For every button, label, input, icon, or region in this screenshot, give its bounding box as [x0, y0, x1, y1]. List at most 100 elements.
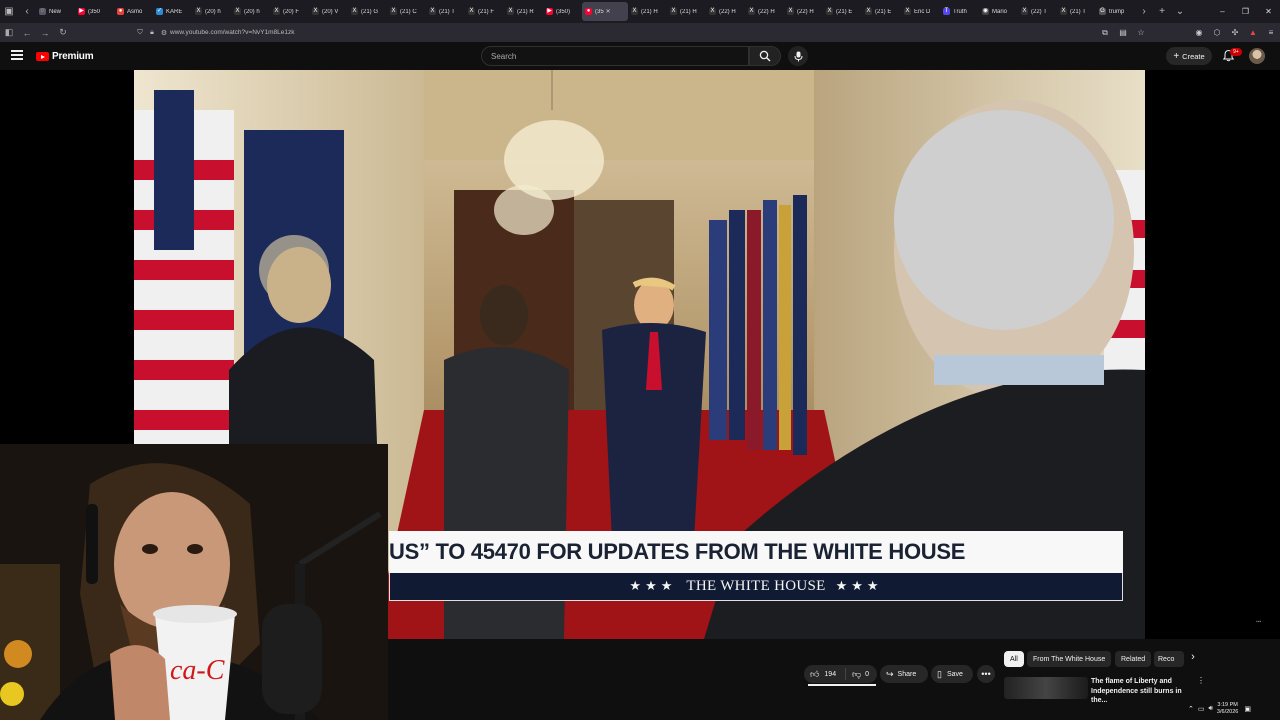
guide-menu-icon[interactable] [11, 50, 23, 62]
clock[interactable]: 3:19 PM 3/6/2026 [1217, 702, 1238, 716]
tab-favicon-icon: T [943, 8, 950, 15]
tab-scroll-right-icon[interactable]: › [1135, 0, 1153, 23]
stars-right: ★★★ [835, 579, 883, 594]
restore-icon[interactable]: ❐ [1234, 7, 1257, 16]
notification-center-icon[interactable]: ▣ [1244, 705, 1251, 713]
tab-favicon-icon: X [1021, 8, 1028, 15]
extensions-icon[interactable]: ✣ [1226, 28, 1244, 37]
tray-expand-icon[interactable]: ⌃ [1188, 705, 1194, 713]
reload-icon[interactable]: ↻ [54, 27, 72, 38]
app-menu-icon[interactable]: ≡ [1262, 28, 1280, 37]
streamer-webcam-overlay: ca-C [0, 444, 388, 720]
browser-tab[interactable]: X (21) T [1057, 2, 1096, 21]
sidebar-toggle-icon[interactable]: ▣ [0, 0, 18, 23]
banner-headline: US” TO 45470 FOR UPDATES FROM THE WHITE … [389, 531, 1123, 573]
recommended-video-thumbnail[interactable] [1004, 677, 1088, 699]
chips-next-icon[interactable]: › [1186, 651, 1200, 667]
more-actions-button[interactable]: ••• [977, 665, 995, 683]
browser-tab[interactable]: X (22) H [784, 2, 823, 21]
browser-tab[interactable]: ● (35 ✕ [582, 2, 628, 21]
tab-scroll-left-icon[interactable]: ‹ [18, 0, 36, 23]
tab-title: Asmo [127, 8, 143, 15]
window-controls: – ❐ ✕ [1211, 0, 1280, 23]
create-button[interactable]: + Create [1166, 47, 1212, 65]
browser-tab[interactable]: ✓ KARE [153, 2, 192, 21]
search-button[interactable] [749, 46, 781, 66]
avatar[interactable] [1249, 48, 1265, 64]
minimize-icon[interactable]: – [1211, 7, 1234, 16]
share-button[interactable]: ↪ Share [880, 665, 928, 683]
browser-tab[interactable]: X (22) H [745, 2, 784, 21]
tab-favicon-icon: X [904, 8, 911, 15]
browser-tab[interactable]: X (20) h [192, 2, 231, 21]
dislike-button[interactable]: 👎︎ 0 [846, 669, 869, 680]
clock-time: 3:19 PM [1217, 702, 1238, 708]
microphone-icon [794, 51, 802, 61]
navigation-toolbar: ◧ ← → ↻ ⛉ 🔒︎ ⚙ www.youtube.com/watch?v=N… [0, 23, 1280, 42]
browser-tab[interactable]: X (21) C [387, 2, 426, 21]
browser-tab[interactable]: X Eric D [901, 2, 940, 21]
tab-title: (21) T [1070, 8, 1086, 15]
lock-icon[interactable]: 🔒︎ [146, 29, 158, 37]
search-input[interactable]: Search [481, 46, 749, 66]
browser-tab[interactable]: X (20) h [231, 2, 270, 21]
browser-tab[interactable]: ◉ Mario [979, 2, 1018, 21]
browser-tab[interactable]: X (21) E [862, 2, 901, 21]
chip-from-channel[interactable]: From The White House [1027, 651, 1112, 667]
like-button[interactable]: 👍︎ 194 [804, 668, 846, 680]
lower-third-banner: US” TO 45470 FOR UPDATES FROM THE WHITE … [389, 531, 1123, 601]
tab-favicon-icon: ◌ [39, 8, 46, 15]
voice-search-button[interactable] [788, 46, 808, 66]
browser-tab[interactable]: X (21) H [628, 2, 667, 21]
browser-tab[interactable]: X (21) E [823, 2, 862, 21]
tab-title: (21) H [680, 8, 697, 15]
browser-tab[interactable]: ▶ (350 [75, 2, 114, 21]
browser-tab[interactable]: X (20) V [309, 2, 348, 21]
browser-tab[interactable]: X (22) H [706, 2, 745, 21]
like-count: 194 [824, 670, 837, 678]
browser-tab[interactable]: ● Asmo [114, 2, 153, 21]
browser-tab[interactable]: X (20) F [270, 2, 309, 21]
toolbar-icons: ⧉ ▤ ☆ ◉ ⬡ ✣ ▲ ≡ [1096, 23, 1280, 42]
close-window-icon[interactable]: ✕ [1257, 7, 1280, 16]
browser-tab[interactable]: T Truth [940, 2, 979, 21]
browser-tab[interactable]: X (22) T [1018, 2, 1057, 21]
forward-icon[interactable]: → [36, 28, 54, 38]
browser-tab[interactable]: X (21) T [426, 2, 465, 21]
address-bar[interactable]: ⛉ 🔒︎ ⚙ www.youtube.com/watch?v=NvY1m8Le1… [134, 25, 1146, 40]
network-icon[interactable]: ▭ [1198, 705, 1205, 713]
reader-view-icon[interactable]: ▤ [1114, 28, 1132, 37]
browser-tab[interactable]: ▶ (350) [543, 2, 582, 21]
tab-title: (22) H [797, 8, 814, 15]
bookmark-star-icon[interactable]: ☆ [1132, 28, 1150, 37]
tab-favicon-icon: X [709, 8, 716, 15]
volume-icon[interactable]: 🔊︎ [1209, 705, 1213, 713]
new-tab-icon[interactable]: + [1153, 0, 1171, 23]
save-button[interactable]: ▯ Save [931, 665, 973, 683]
youtube-premium-logo[interactable]: Premium [36, 51, 94, 62]
browser-tab[interactable]: X (21) H [667, 2, 706, 21]
chip-all[interactable]: All [1004, 651, 1024, 667]
close-tab-icon[interactable]: ✕ [606, 8, 611, 15]
back-icon[interactable]: ← [18, 28, 36, 38]
shield-icon[interactable]: ⛉ [134, 29, 146, 37]
chip-recently-uploaded[interactable]: Reco [1154, 651, 1184, 667]
recommendation-menu-icon[interactable]: ⋮ [1197, 676, 1205, 685]
site-settings-icon[interactable]: ⚙ [158, 29, 170, 37]
browser-tab-strip: ▣ ‹ ◌ New ▶ (350 ● Asmo ✓ KARE X (20) h X (20) h X (2… [0, 0, 1280, 23]
recommended-video-title[interactable]: The flame of Liberty and Independence st… [1091, 677, 1195, 706]
picture-in-picture-icon[interactable]: ⧉ [1096, 28, 1114, 38]
browser-tab[interactable]: X (21) F [465, 2, 504, 21]
account-icon[interactable]: ◉ [1190, 28, 1208, 37]
browser-tab[interactable]: ◌ New [36, 2, 75, 21]
browser-tab[interactable]: Gtrump [1096, 2, 1135, 21]
banner-subline: ★★★ THE WHITE HOUSE ★★★ [389, 573, 1123, 601]
save-pocket-icon[interactable]: ⬡ [1208, 28, 1226, 37]
chip-related[interactable]: Related [1115, 651, 1152, 667]
extension-badge-icon[interactable]: ▲ [1244, 28, 1262, 37]
sidebar-icon[interactable]: ◧ [0, 27, 18, 38]
browser-tab[interactable]: X (21) G [348, 2, 387, 21]
cup-logo-text: ca-C [170, 655, 225, 686]
browser-tab[interactable]: X (21) R [504, 2, 543, 21]
tab-list-dropdown-icon[interactable]: ⌄ [1171, 0, 1189, 23]
